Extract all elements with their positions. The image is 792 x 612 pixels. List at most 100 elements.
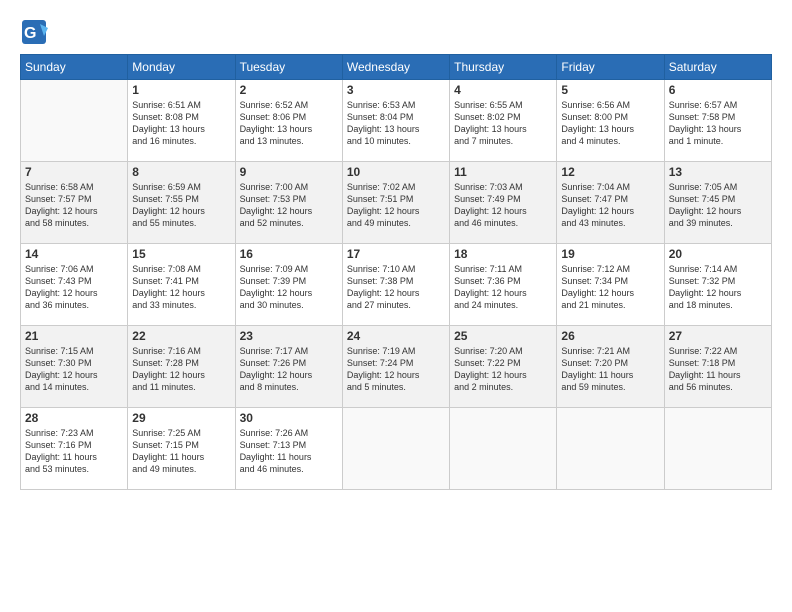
- day-info: Sunrise: 7:14 AM Sunset: 7:32 PM Dayligh…: [669, 263, 767, 312]
- day-number: 16: [240, 247, 338, 261]
- day-info: Sunrise: 7:09 AM Sunset: 7:39 PM Dayligh…: [240, 263, 338, 312]
- day-info: Sunrise: 7:04 AM Sunset: 7:47 PM Dayligh…: [561, 181, 659, 230]
- logo-icon: G: [20, 18, 48, 46]
- calendar-header-row: SundayMondayTuesdayWednesdayThursdayFrid…: [21, 55, 772, 80]
- day-info: Sunrise: 7:11 AM Sunset: 7:36 PM Dayligh…: [454, 263, 552, 312]
- day-number: 18: [454, 247, 552, 261]
- calendar-cell: 21 Sunrise: 7:15 AM Sunset: 7:30 PM Dayli…: [21, 326, 128, 408]
- day-number: 20: [669, 247, 767, 261]
- weekday-header: Sunday: [21, 55, 128, 80]
- calendar-cell: 18 Sunrise: 7:11 AM Sunset: 7:36 PM Dayli…: [450, 244, 557, 326]
- day-number: 17: [347, 247, 445, 261]
- calendar-cell: 8 Sunrise: 6:59 AM Sunset: 7:55 PM Daylig…: [128, 162, 235, 244]
- calendar-cell: 26 Sunrise: 7:21 AM Sunset: 7:20 PM Dayli…: [557, 326, 664, 408]
- day-number: 8: [132, 165, 230, 179]
- calendar-cell: 24Sunrise: 7:19 AM Sunset: 7:24 PM Dayli…: [342, 326, 449, 408]
- weekday-header: Tuesday: [235, 55, 342, 80]
- day-number: 24: [347, 329, 445, 343]
- day-number: 3: [347, 83, 445, 97]
- calendar-cell: [450, 408, 557, 490]
- day-number: 6: [669, 83, 767, 97]
- day-number: 28: [25, 411, 123, 425]
- calendar-cell: 5 Sunrise: 6:56 AM Sunset: 8:00 PM Daylig…: [557, 80, 664, 162]
- calendar-cell: 16 Sunrise: 7:09 AM Sunset: 7:39 PM Dayli…: [235, 244, 342, 326]
- day-info: Sunrise: 7:25 AM Sunset: 7:15 PM Dayligh…: [132, 427, 230, 476]
- calendar-cell: 13 Sunrise: 7:05 AM Sunset: 7:45 PM Dayli…: [664, 162, 771, 244]
- day-number: 23: [240, 329, 338, 343]
- day-info: Sunrise: 7:20 AM Sunset: 7:22 PM Dayligh…: [454, 345, 552, 394]
- calendar-cell: [557, 408, 664, 490]
- day-info: Sunrise: 6:53 AM Sunset: 8:04 PM Dayligh…: [347, 99, 445, 148]
- calendar-cell: 19 Sunrise: 7:12 AM Sunset: 7:34 PM Dayli…: [557, 244, 664, 326]
- day-number: 12: [561, 165, 659, 179]
- calendar-cell: 9 Sunrise: 7:00 AM Sunset: 7:53 PM Daylig…: [235, 162, 342, 244]
- day-number: 25: [454, 329, 552, 343]
- day-number: 19: [561, 247, 659, 261]
- day-info: Sunrise: 7:21 AM Sunset: 7:20 PM Dayligh…: [561, 345, 659, 394]
- day-number: 21: [25, 329, 123, 343]
- day-info: Sunrise: 6:55 AM Sunset: 8:02 PM Dayligh…: [454, 99, 552, 148]
- calendar-week-row: 28 Sunrise: 7:23 AM Sunset: 7:16 PM Dayli…: [21, 408, 772, 490]
- day-number: 15: [132, 247, 230, 261]
- day-info: Sunrise: 7:16 AM Sunset: 7:28 PM Dayligh…: [132, 345, 230, 394]
- calendar-week-row: 1 Sunrise: 6:51 AM Sunset: 8:08 PM Daylig…: [21, 80, 772, 162]
- calendar-cell: 17 Sunrise: 7:10 AM Sunset: 7:38 PM Dayli…: [342, 244, 449, 326]
- weekday-header: Saturday: [664, 55, 771, 80]
- day-number: 30: [240, 411, 338, 425]
- day-number: 5: [561, 83, 659, 97]
- calendar-cell: 12 Sunrise: 7:04 AM Sunset: 7:47 PM Dayli…: [557, 162, 664, 244]
- day-info: Sunrise: 7:05 AM Sunset: 7:45 PM Dayligh…: [669, 181, 767, 230]
- day-info: Sunrise: 7:00 AM Sunset: 7:53 PM Dayligh…: [240, 181, 338, 230]
- calendar-cell: 4 Sunrise: 6:55 AM Sunset: 8:02 PM Daylig…: [450, 80, 557, 162]
- calendar-week-row: 21 Sunrise: 7:15 AM Sunset: 7:30 PM Dayli…: [21, 326, 772, 408]
- calendar-cell: 29 Sunrise: 7:25 AM Sunset: 7:15 PM Dayli…: [128, 408, 235, 490]
- day-info: Sunrise: 7:12 AM Sunset: 7:34 PM Dayligh…: [561, 263, 659, 312]
- day-info: Sunrise: 7:17 AM Sunset: 7:26 PM Dayligh…: [240, 345, 338, 394]
- day-info: Sunrise: 7:22 AM Sunset: 7:18 PM Dayligh…: [669, 345, 767, 394]
- weekday-header: Wednesday: [342, 55, 449, 80]
- logo: G: [20, 18, 50, 46]
- day-info: Sunrise: 7:10 AM Sunset: 7:38 PM Dayligh…: [347, 263, 445, 312]
- day-number: 4: [454, 83, 552, 97]
- day-number: 1: [132, 83, 230, 97]
- day-info: Sunrise: 6:57 AM Sunset: 7:58 PM Dayligh…: [669, 99, 767, 148]
- calendar-cell: 2Sunrise: 6:52 AM Sunset: 8:06 PM Daylig…: [235, 80, 342, 162]
- calendar-week-row: 14Sunrise: 7:06 AM Sunset: 7:43 PM Dayli…: [21, 244, 772, 326]
- day-info: Sunrise: 6:59 AM Sunset: 7:55 PM Dayligh…: [132, 181, 230, 230]
- calendar-cell: 23 Sunrise: 7:17 AM Sunset: 7:26 PM Dayli…: [235, 326, 342, 408]
- calendar-cell: 30 Sunrise: 7:26 AM Sunset: 7:13 PM Dayli…: [235, 408, 342, 490]
- day-number: 13: [669, 165, 767, 179]
- calendar-cell: [664, 408, 771, 490]
- day-number: 29: [132, 411, 230, 425]
- weekday-header: Thursday: [450, 55, 557, 80]
- day-number: 26: [561, 329, 659, 343]
- day-number: 11: [454, 165, 552, 179]
- day-number: 27: [669, 329, 767, 343]
- day-number: 7: [25, 165, 123, 179]
- day-info: Sunrise: 7:15 AM Sunset: 7:30 PM Dayligh…: [25, 345, 123, 394]
- calendar-cell: [21, 80, 128, 162]
- day-number: 22: [132, 329, 230, 343]
- day-info: Sunrise: 6:58 AM Sunset: 7:57 PM Dayligh…: [25, 181, 123, 230]
- day-info: Sunrise: 7:26 AM Sunset: 7:13 PM Dayligh…: [240, 427, 338, 476]
- day-info: Sunrise: 7:02 AM Sunset: 7:51 PM Dayligh…: [347, 181, 445, 230]
- calendar-cell: 11 Sunrise: 7:03 AM Sunset: 7:49 PM Dayli…: [450, 162, 557, 244]
- day-number: 10: [347, 165, 445, 179]
- calendar-cell: 1 Sunrise: 6:51 AM Sunset: 8:08 PM Daylig…: [128, 80, 235, 162]
- weekday-header: Monday: [128, 55, 235, 80]
- day-number: 2: [240, 83, 338, 97]
- weekday-header: Friday: [557, 55, 664, 80]
- calendar-cell: 7 Sunrise: 6:58 AM Sunset: 7:57 PM Daylig…: [21, 162, 128, 244]
- day-number: 14: [25, 247, 123, 261]
- calendar-cell: [342, 408, 449, 490]
- calendar-cell: 3 Sunrise: 6:53 AM Sunset: 8:04 PM Daylig…: [342, 80, 449, 162]
- day-info: Sunrise: 7:08 AM Sunset: 7:41 PM Dayligh…: [132, 263, 230, 312]
- day-info: Sunrise: 6:56 AM Sunset: 8:00 PM Dayligh…: [561, 99, 659, 148]
- day-info: Sunrise: 6:51 AM Sunset: 8:08 PM Dayligh…: [132, 99, 230, 148]
- day-info: Sunrise: 7:23 AM Sunset: 7:16 PM Dayligh…: [25, 427, 123, 476]
- day-number: 9: [240, 165, 338, 179]
- calendar-cell: 22 Sunrise: 7:16 AM Sunset: 7:28 PM Dayli…: [128, 326, 235, 408]
- calendar-cell: 27 Sunrise: 7:22 AM Sunset: 7:18 PM Dayli…: [664, 326, 771, 408]
- day-info: Sunrise: 7:03 AM Sunset: 7:49 PM Dayligh…: [454, 181, 552, 230]
- page-header: G: [20, 18, 772, 46]
